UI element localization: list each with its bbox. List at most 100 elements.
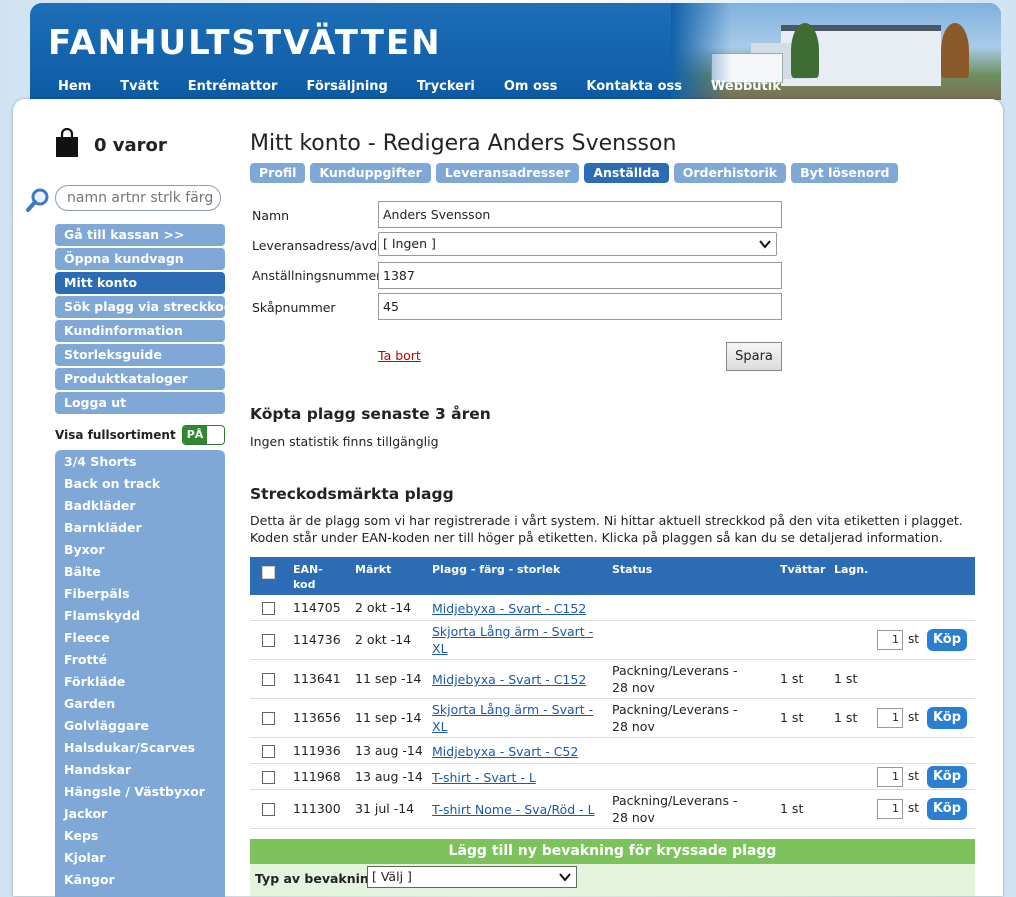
shopping-bag-icon[interactable] (54, 128, 80, 158)
row-garment-link[interactable]: Skjorta Lång ärm - Svart - XL (432, 701, 597, 735)
quantity-unit: st (908, 769, 919, 783)
tab-3[interactable]: Anställda (584, 163, 669, 183)
sidebar-item-7[interactable]: Logga ut (55, 392, 225, 414)
sidebar-item-0[interactable]: Gå till kassan >> (55, 224, 225, 246)
row-checkbox[interactable] (262, 712, 275, 725)
table-row: 114736 2 okt -14 Skjorta Lång ärm - Svart … (250, 621, 975, 660)
delivery-label: Leveransadress/avd (252, 238, 378, 253)
locker-label: Skåpnummer (252, 300, 336, 315)
row-repairs: 1 st (834, 710, 858, 725)
watch-type-select[interactable]: [ Välj ] (367, 866, 577, 888)
garment-table-header: EAN-kod Märkt Plagg - färg - storlek Sta… (250, 557, 975, 595)
row-washes: 1 st (780, 710, 804, 725)
row-checkbox[interactable] (262, 602, 275, 615)
category-item-14[interactable]: Handskar (55, 759, 225, 781)
nav-item-2[interactable]: Entrémattor (188, 79, 278, 99)
employee-number-field[interactable]: 1387 (378, 262, 782, 289)
select-all-checkbox[interactable] (262, 566, 275, 579)
quantity-input[interactable]: 1 (877, 767, 903, 787)
category-item-5[interactable]: Bälte (55, 561, 225, 583)
category-item-6[interactable]: Fiberpäls (55, 583, 225, 605)
sidebar-item-5[interactable]: Storleksguide (55, 344, 225, 366)
nav-item-0[interactable]: Hem (58, 79, 91, 99)
category-item-1[interactable]: Back on track (55, 473, 225, 495)
category-item-17[interactable]: Keps (55, 825, 225, 847)
tab-0[interactable]: Profil (250, 163, 306, 183)
buy-button[interactable]: Köp (927, 798, 967, 820)
chevron-down-icon (559, 873, 571, 882)
row-checkbox[interactable] (262, 634, 275, 647)
search-input[interactable] (55, 185, 221, 211)
buy-button[interactable]: Köp (927, 629, 967, 651)
table-row: 111300 31 jul -14 T-shirt Nome - Sva/Röd -… (250, 790, 975, 829)
sidebar-item-3[interactable]: Sök plagg via streckkod (55, 296, 233, 318)
row-garment-link[interactable]: Midjebyxa - Svart - C52 (432, 743, 597, 760)
sidebar-item-1[interactable]: Öppna kundvagn (55, 248, 225, 270)
row-checkbox[interactable] (262, 673, 275, 686)
row-checkbox[interactable] (262, 745, 275, 758)
delivery-select[interactable]: [ Ingen ] (378, 232, 777, 256)
quantity-unit: st (908, 801, 919, 815)
fullsortiment-label: Visa fullsortiment (55, 428, 176, 442)
row-garment-link[interactable]: Midjebyxa - Svart - C152 (432, 600, 597, 617)
category-item-4[interactable]: Byxor (55, 539, 225, 561)
category-item-3[interactable]: Barnkläder (55, 517, 225, 539)
table-row: 113641 11 sep -14 Midjebyxa - Svart - C152… (250, 660, 975, 699)
category-item-11[interactable]: Garden (55, 693, 225, 715)
category-item-18[interactable]: Kjolar (55, 847, 225, 869)
category-item-9[interactable]: Frotté (55, 649, 225, 671)
category-item-13[interactable]: Halsdukar/Scarves (55, 737, 225, 759)
quantity-input[interactable]: 1 (877, 630, 903, 650)
cart-count[interactable]: 0 varor (94, 135, 167, 156)
category-item-0[interactable]: 3/4 Shorts (55, 451, 225, 473)
category-item-19[interactable]: Kängor (55, 869, 225, 891)
nav-item-6[interactable]: Kontakta oss (586, 79, 682, 99)
category-item-10[interactable]: Förkläde (55, 671, 225, 693)
nav-item-3[interactable]: Försäljning (306, 79, 387, 99)
category-item-15[interactable]: Hängsle / Västbyxor (55, 781, 225, 803)
search-icon[interactable] (25, 187, 51, 213)
tab-2[interactable]: Leveransadresser (435, 163, 580, 183)
col-washes: Tvättar (780, 563, 826, 576)
nav-item-1[interactable]: Tvätt (120, 79, 159, 99)
table-row: 114705 2 okt -14 Midjebyxa - Svart - C152 (250, 595, 975, 621)
category-item-7[interactable]: Flamskydd (55, 605, 225, 627)
row-ean: 111300 (293, 801, 341, 816)
category-item-8[interactable]: Fleece (55, 627, 225, 649)
category-item-2[interactable]: Badkläder (55, 495, 225, 517)
quantity-input[interactable]: 1 (877, 799, 903, 819)
sidebar-item-6[interactable]: Produktkataloger (55, 368, 225, 390)
category-item-16[interactable]: Jackor (55, 803, 225, 825)
row-checkbox[interactable] (262, 803, 275, 816)
tab-5[interactable]: Byt lösenord (791, 163, 899, 183)
row-garment-link[interactable]: T-shirt Nome - Sva/Röd - L (432, 801, 597, 818)
row-garment-link[interactable]: T-shirt - Svart - L (432, 769, 597, 786)
chevron-down-icon (759, 240, 771, 249)
fullsortiment-toggle[interactable]: PÅ (182, 425, 225, 445)
row-ean: 113641 (293, 671, 341, 686)
nav-item-5[interactable]: Om oss (504, 79, 558, 99)
sidebar-item-2[interactable]: Mitt konto (55, 272, 225, 294)
tab-1[interactable]: Kunduppgifter (310, 163, 431, 183)
row-status: Packning/Leverans - 28 nov (612, 702, 738, 734)
tab-4[interactable]: Orderhistorik (673, 163, 787, 183)
row-marked: 13 aug -14 (355, 769, 423, 784)
nav-item-4[interactable]: Tryckeri (417, 79, 475, 99)
nav-item-7[interactable]: Webbutik (711, 79, 781, 99)
buy-button[interactable]: Köp (927, 766, 967, 788)
remove-link[interactable]: Ta bort (378, 348, 421, 363)
name-field[interactable]: Anders Svensson (378, 201, 782, 228)
site-logo[interactable]: Fanhultstvätten (48, 23, 442, 63)
sidebar-item-4[interactable]: Kundinformation (55, 320, 225, 342)
buy-button[interactable]: Köp (927, 707, 967, 729)
row-checkbox[interactable] (262, 771, 275, 784)
quantity-input[interactable]: 1 (877, 708, 903, 728)
row-garment-link[interactable]: Skjorta Lång ärm - Svart - XL (432, 623, 597, 657)
save-button[interactable]: Spara (726, 342, 782, 371)
row-garment-link[interactable]: Midjebyxa - Svart - C152 (432, 671, 597, 688)
name-label: Namn (252, 208, 290, 223)
delivery-select-value: [ Ingen ] (383, 236, 436, 251)
locker-field[interactable]: 45 (378, 293, 782, 320)
category-item-12[interactable]: Golvläggare (55, 715, 225, 737)
col-garment: Plagg - färg - storlek (432, 563, 561, 576)
